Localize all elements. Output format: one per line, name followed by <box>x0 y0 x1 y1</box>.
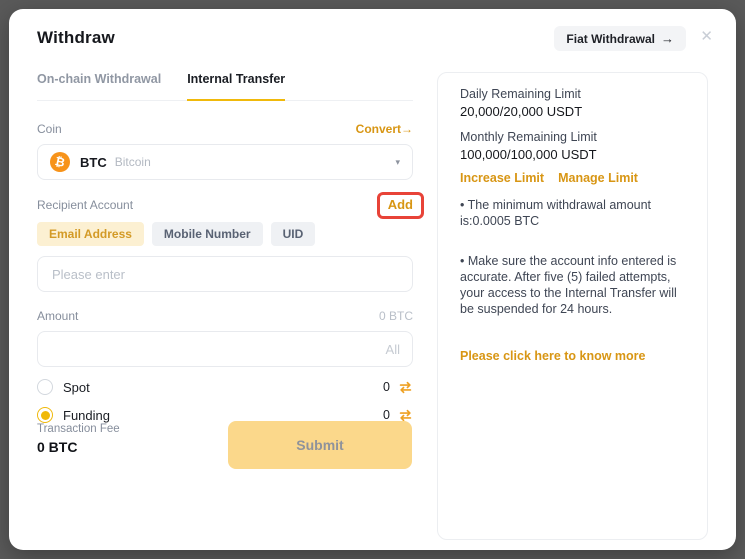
close-icon[interactable]: ✕ <box>700 29 713 44</box>
page-title: Withdraw <box>37 28 115 48</box>
convert-link[interactable]: Convert→ <box>356 122 413 136</box>
note-minimum-withdrawal: • The minimum withdrawal amount is:0.000… <box>460 197 685 229</box>
transaction-fee-value: 0 BTC <box>37 439 120 455</box>
arrow-right-icon: → <box>661 31 674 46</box>
coin-label: Coin <box>37 122 62 136</box>
daily-limit-label: Daily Remaining Limit <box>460 86 685 102</box>
coin-name: Bitcoin <box>115 155 151 169</box>
funding-radio[interactable] <box>37 407 53 423</box>
limits-info-panel: Daily Remaining Limit 20,000/20,000 USDT… <box>437 72 708 540</box>
withdrawal-type-tabs: On-chain Withdrawal Internal Transfer <box>37 72 413 101</box>
know-more-link[interactable]: Please click here to know more <box>460 349 685 363</box>
add-recipient-link[interactable]: Add <box>388 197 413 212</box>
amount-all-button[interactable]: All <box>386 342 400 357</box>
manage-limit-link[interactable]: Manage Limit <box>558 171 638 185</box>
submit-button[interactable]: Submit <box>228 421 412 469</box>
amount-label: Amount <box>37 309 78 323</box>
chevron-down-icon: ▾ <box>395 157 400 168</box>
transaction-fee-label: Transaction Fee <box>37 423 120 435</box>
amount-input[interactable] <box>50 341 386 358</box>
transaction-fee: Transaction Fee 0 BTC <box>37 423 120 455</box>
monthly-limit-label: Monthly Remaining Limit <box>460 129 685 145</box>
fiat-withdrawal-label: Fiat Withdrawal <box>566 32 655 46</box>
tab-uid[interactable]: UID <box>271 222 316 246</box>
note-account-accuracy: • Make sure the account info entered is … <box>460 253 685 317</box>
increase-limit-link[interactable]: Increase Limit <box>460 171 544 185</box>
transfer-icon[interactable] <box>398 380 413 395</box>
withdraw-dialog: Withdraw Fiat Withdrawal → ✕ On-chain Wi… <box>9 9 736 550</box>
recipient-type-tabs: Email Address Mobile Number UID <box>37 222 413 246</box>
spot-radio[interactable] <box>37 379 53 395</box>
annotation-highlight: Add <box>377 192 424 219</box>
monthly-limit-value: 100,000/100,000 USDT <box>460 147 685 163</box>
recipient-email-input[interactable] <box>50 266 400 283</box>
coin-select[interactable]: ₿ BTC Bitcoin ▾ <box>37 144 413 180</box>
recipient-input-wrapper <box>37 256 413 292</box>
tab-onchain-withdrawal[interactable]: On-chain Withdrawal <box>37 72 161 100</box>
spot-account-row: Spot 0 <box>37 379 413 395</box>
funding-balance: 0 <box>383 408 390 422</box>
amount-input-wrapper: All <box>37 331 413 367</box>
daily-limit-value: 20,000/20,000 USDT <box>460 104 685 120</box>
btc-icon: ₿ <box>50 152 70 172</box>
withdraw-form: On-chain Withdrawal Internal Transfer Co… <box>37 72 413 423</box>
tab-email-address[interactable]: Email Address <box>37 222 144 246</box>
recipient-account-label: Recipient Account <box>37 198 133 212</box>
spot-balance: 0 <box>383 380 390 394</box>
available-balance: 0 BTC <box>379 309 413 323</box>
spot-label: Spot <box>63 380 90 395</box>
coin-symbol: BTC <box>80 155 107 170</box>
tab-mobile-number[interactable]: Mobile Number <box>152 222 263 246</box>
fiat-withdrawal-button[interactable]: Fiat Withdrawal → <box>554 26 686 51</box>
tab-internal-transfer[interactable]: Internal Transfer <box>187 72 285 101</box>
funding-label: Funding <box>63 408 110 423</box>
